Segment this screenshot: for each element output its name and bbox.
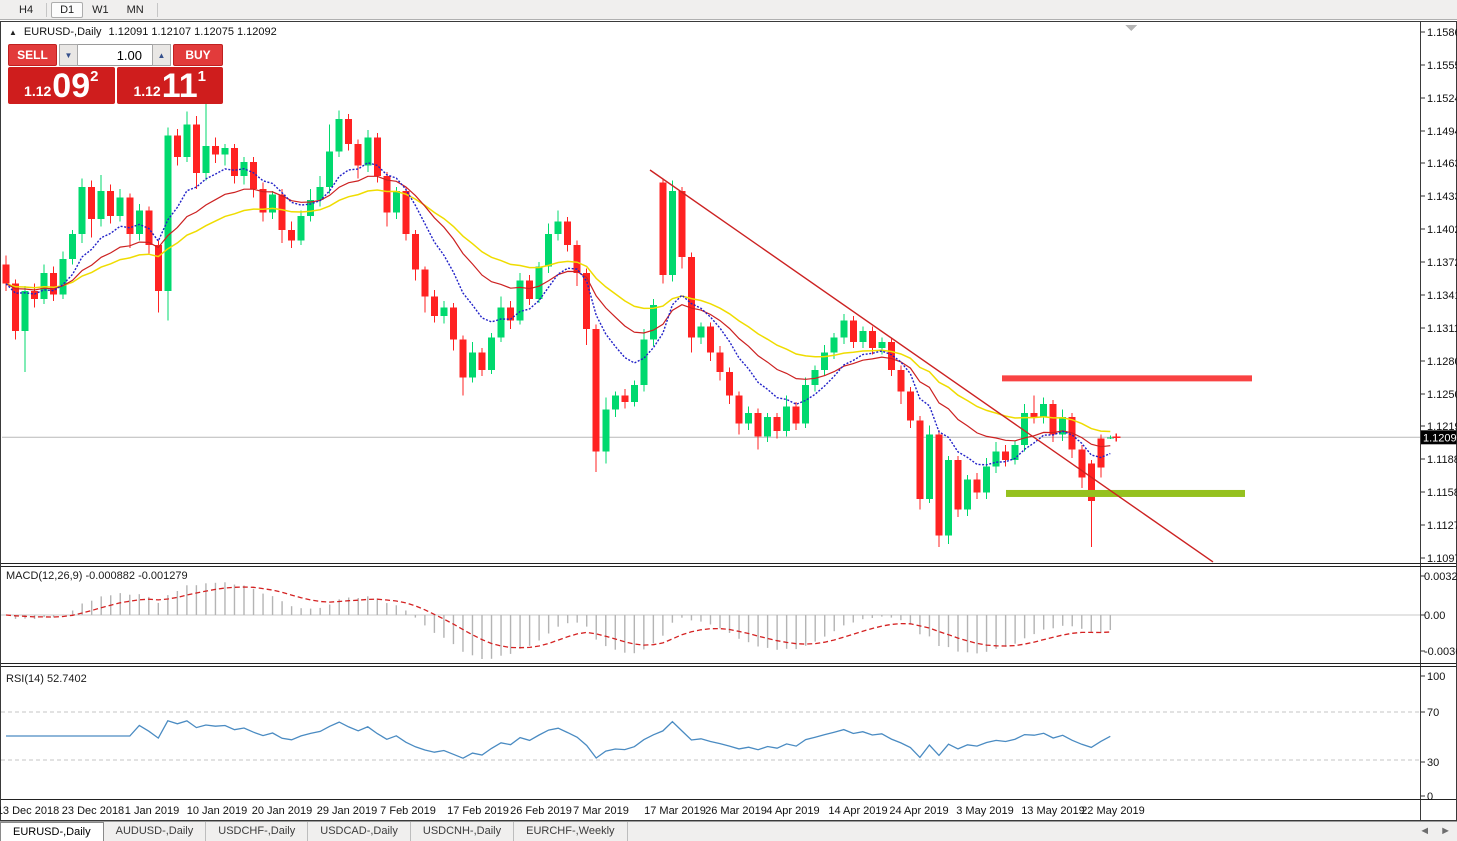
bid-price-panel[interactable]: 1.12 09 2 xyxy=(8,67,115,104)
volume-increase-button[interactable]: ▲ xyxy=(152,44,171,66)
macd-indicator-label: MACD(12,26,9) -0.000882 -0.001279 xyxy=(6,570,188,582)
svg-text:1.15550: 1.15550 xyxy=(1427,60,1457,72)
tab-usdcad-daily[interactable]: USDCAD-,Daily xyxy=(308,822,411,841)
svg-text:-0.00365: -0.00365 xyxy=(1424,646,1457,658)
tab-scroll-left-icon[interactable]: ◄ xyxy=(1419,825,1430,837)
svg-text:24 Apr 2019: 24 Apr 2019 xyxy=(889,805,948,817)
volume-input[interactable] xyxy=(78,44,152,66)
bid-price-big: 09 xyxy=(52,71,90,101)
svg-text:13 May 2019: 13 May 2019 xyxy=(1021,805,1085,817)
date-axis[interactable]: 13 Dec 201823 Dec 20181 Jan 2019 10 Jan 2… xyxy=(0,805,1145,817)
svg-text:1.14940: 1.14940 xyxy=(1427,126,1457,138)
svg-text:100: 100 xyxy=(1427,671,1445,683)
svg-text:26 Mar 2019: 26 Mar 2019 xyxy=(705,805,767,817)
svg-text:1.12500: 1.12500 xyxy=(1427,389,1457,401)
svg-text:17 Feb 2019: 17 Feb 2019 xyxy=(447,805,509,817)
svg-text:1.11275: 1.11275 xyxy=(1427,520,1457,532)
support-level-bar[interactable] xyxy=(1006,490,1245,497)
toolbar-separator xyxy=(46,3,47,17)
chevron-down-icon: ▼ xyxy=(65,51,73,60)
chart-ohlc-values: 1.12091 1.12107 1.12075 1.12092 xyxy=(109,26,277,38)
tab-usdcnh-daily[interactable]: USDCNH-,Daily xyxy=(411,822,514,841)
svg-text:26 Feb 2019: 26 Feb 2019 xyxy=(510,805,572,817)
svg-text:1.15860: 1.15860 xyxy=(1427,27,1457,39)
tab-scroll-right-icon[interactable]: ► xyxy=(1440,825,1451,837)
bid-price-prefix: 1.12 xyxy=(24,83,51,99)
svg-text:1.15245: 1.15245 xyxy=(1427,93,1457,105)
svg-text:10 Jan 2019: 10 Jan 2019 xyxy=(187,805,248,817)
tab-eurchf-weekly[interactable]: EURCHF-,Weekly xyxy=(514,822,627,841)
chart-window-frame xyxy=(1,22,1457,821)
svg-text:1.13110: 1.13110 xyxy=(1427,323,1457,335)
chart-symbol-title: EURUSD-,Daily xyxy=(24,26,102,38)
svg-text:0.003287: 0.003287 xyxy=(1424,571,1457,583)
svg-text:1.14635: 1.14635 xyxy=(1427,158,1457,170)
timeframe-toolbar: H4 D1 W1 MN xyxy=(0,0,1457,20)
symbol-tab-bar: EURUSD-,Daily AUDUSD-,Daily USDCHF-,Dail… xyxy=(0,821,1457,841)
current-price-tag: 1.12092 xyxy=(1421,430,1457,444)
svg-text:17 Mar 2019: 17 Mar 2019 xyxy=(644,805,706,817)
svg-text:70: 70 xyxy=(1427,707,1439,719)
svg-text:1.11580: 1.11580 xyxy=(1427,487,1457,499)
chart-canvas[interactable]: 1.15860 1.15550 1.15245 1.14940 1.14635 1.143… xyxy=(0,0,1457,841)
tab-usdchf-daily[interactable]: USDCHF-,Daily xyxy=(206,822,308,841)
svg-text:7 Feb 2019: 7 Feb 2019 xyxy=(380,805,436,817)
svg-text:13 Dec 2018: 13 Dec 2018 xyxy=(0,805,59,817)
svg-text:7 Mar 2019: 7 Mar 2019 xyxy=(573,805,629,817)
svg-text:14 Apr 2019: 14 Apr 2019 xyxy=(828,805,887,817)
svg-text:1.14025: 1.14025 xyxy=(1427,224,1457,236)
svg-text:4 Apr 2019: 4 Apr 2019 xyxy=(766,805,819,817)
svg-text:0: 0 xyxy=(1427,791,1433,803)
timeframe-button-d1[interactable]: D1 xyxy=(51,2,83,18)
ask-price-prefix: 1.12 xyxy=(133,83,160,99)
sell-button[interactable]: SELL xyxy=(8,44,57,66)
svg-text:1 Jan 2019: 1 Jan 2019 xyxy=(125,805,179,817)
bid-price-pip: 2 xyxy=(90,68,98,85)
resistance-level-bar[interactable] xyxy=(1002,375,1252,381)
chevron-up-icon: ▲ xyxy=(158,51,166,60)
tab-eurusd-daily[interactable]: EURUSD-,Daily xyxy=(0,822,104,841)
svg-text:1.12805: 1.12805 xyxy=(1427,356,1457,368)
toolbar-separator xyxy=(157,3,158,17)
svg-text:3 May 2019: 3 May 2019 xyxy=(956,805,1013,817)
ask-price-panel[interactable]: 1.12 11 1 xyxy=(117,67,224,104)
svg-text:1.14330: 1.14330 xyxy=(1427,191,1457,203)
svg-text:20 Jan 2019: 20 Jan 2019 xyxy=(252,805,313,817)
ask-price-big: 11 xyxy=(162,71,198,101)
volume-decrease-button[interactable]: ▼ xyxy=(59,44,78,66)
svg-text:0.00: 0.00 xyxy=(1424,610,1445,622)
timeframe-button-w1[interactable]: W1 xyxy=(83,2,118,18)
rsi-indicator-label: RSI(14) 52.7402 xyxy=(6,673,87,685)
svg-text:1.12092: 1.12092 xyxy=(1423,432,1457,444)
svg-text:22 May 2019: 22 May 2019 xyxy=(1081,805,1145,817)
svg-text:23 Dec 2018: 23 Dec 2018 xyxy=(62,805,124,817)
chart-header: ▲ EURUSD-,Daily 1.12091 1.12107 1.12075 … xyxy=(9,26,277,38)
svg-text:1.13415: 1.13415 xyxy=(1427,290,1457,302)
svg-text:1.11885: 1.11885 xyxy=(1427,454,1457,466)
ask-price-pip: 1 xyxy=(198,68,206,85)
one-click-trade-panel: SELL ▼ ▲ BUY 1.12 09 2 1.12 11 1 xyxy=(8,44,223,104)
buy-button[interactable]: BUY xyxy=(173,44,223,66)
svg-text:1.10970: 1.10970 xyxy=(1427,553,1457,565)
trade-panel-collapse-icon[interactable]: ▲ xyxy=(9,28,17,37)
svg-text:1.13720: 1.13720 xyxy=(1427,257,1457,269)
timeframe-button-mn[interactable]: MN xyxy=(118,2,153,18)
svg-text:29 Jan 2019: 29 Jan 2019 xyxy=(317,805,378,817)
timeframe-button-h4[interactable]: H4 xyxy=(10,2,42,18)
svg-text:30: 30 xyxy=(1427,757,1439,769)
tab-audusd-daily[interactable]: AUDUSD-,Daily xyxy=(104,822,207,841)
